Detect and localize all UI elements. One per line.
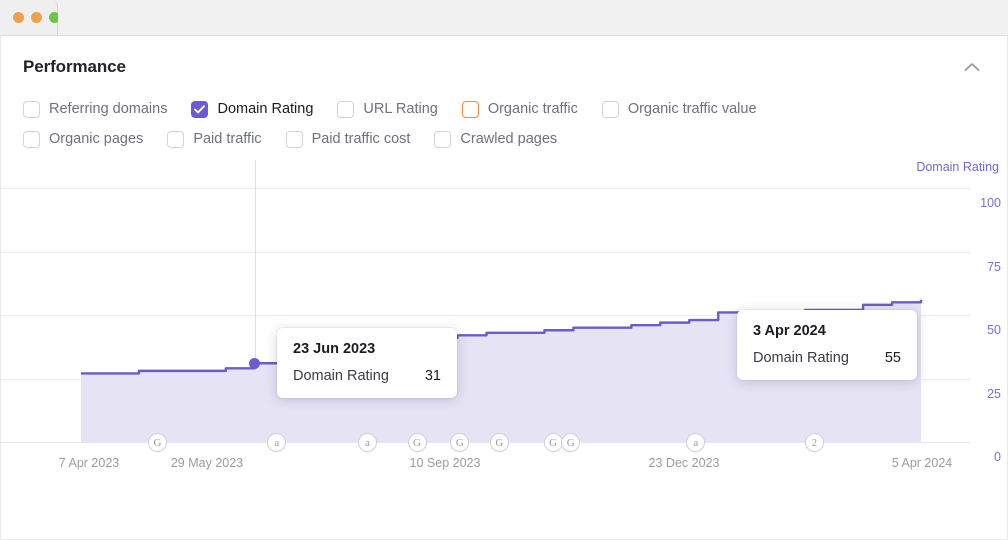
checkbox-box [461, 100, 479, 118]
checkbox-organic-pages[interactable]: Organic pages [23, 130, 144, 148]
ahrefs-update-marker[interactable]: a [357, 433, 377, 452]
tooltip-metric-value: 31 [424, 368, 441, 384]
checkbox-label: Paid traffic cost [311, 131, 411, 147]
checkbox-url-rating[interactable]: URL Rating [337, 100, 438, 118]
window-controls [0, 0, 60, 35]
metric-toggles: Referring domains Domain Rating URL Rati… [1, 84, 1007, 154]
collapse-panel-button[interactable] [959, 54, 985, 80]
checkbox-box [167, 130, 185, 148]
grouped-events-marker[interactable]: 2 [804, 433, 824, 452]
checkbox-crawled-pages[interactable]: Crawled pages [434, 130, 558, 148]
google-update-marker[interactable]: G [543, 433, 563, 452]
checkbox-box [23, 100, 40, 118]
chart-tooltip-1: 23 Jun 2023 Domain Rating 31 [277, 328, 457, 398]
google-update-marker[interactable]: G [489, 433, 509, 452]
panel-header: Performance [1, 36, 1007, 84]
chart-y-tick-label: 0 [994, 450, 1001, 464]
tooltip-metric-row: Domain Rating 55 [753, 350, 901, 366]
checkbox-box [191, 100, 209, 118]
chart-x-tick-label: 7 Apr 2023 [58, 456, 120, 470]
tooltip-metric-label: Domain Rating [293, 368, 389, 384]
checkbox-label: Domain Rating [217, 101, 314, 117]
check-icon [194, 104, 206, 113]
checkbox-paid-traffic[interactable]: Paid traffic [167, 130, 262, 148]
checkbox-box [337, 100, 355, 118]
checkbox-referring-domains[interactable]: Referring domains [23, 100, 168, 118]
checkbox-box [601, 100, 619, 118]
checkbox-organic-traffic[interactable]: Organic traffic [461, 100, 578, 118]
checkbox-label: Crawled pages [460, 131, 558, 147]
page-title: Performance [23, 57, 126, 76]
checkbox-box [23, 130, 40, 148]
close-button[interactable] [13, 11, 24, 23]
checkbox-paid-traffic-cost[interactable]: Paid traffic cost [285, 130, 411, 148]
checkbox-label: Organic traffic value [627, 101, 757, 117]
chart-tooltip-2: 3 Apr 2024 Domain Rating 55 [737, 310, 917, 380]
checkbox-domain-rating[interactable]: Domain Rating [191, 100, 314, 118]
chart-y-tick-label: 75 [987, 259, 1001, 274]
google-update-marker[interactable]: G [147, 433, 167, 452]
checkbox-label: URL Rating [363, 101, 438, 117]
metric-toggle-row-2: Organic pages Paid traffic Paid traffic … [23, 124, 985, 154]
chart-x-tick-label: 5 Apr 2024 [891, 456, 953, 470]
google-update-marker[interactable]: G [407, 433, 427, 452]
checkbox-box [434, 130, 452, 148]
checkbox-organic-traffic-value[interactable]: Organic traffic value [601, 100, 757, 118]
chart-y-tick-label: 25 [987, 386, 1001, 401]
tooltip-date: 3 Apr 2024 [753, 323, 826, 339]
app-window: Performance Referring domains Domain Rat… [0, 0, 1008, 540]
tooltip-date: 23 Jun 2023 [293, 341, 376, 357]
checkbox-label: Organic pages [49, 131, 144, 147]
chart-series-label: Domain Rating [916, 160, 999, 174]
titlebar-empty-area [58, 0, 1008, 35]
window-titlebar [0, 0, 1008, 36]
chevron-up-icon [964, 63, 980, 71]
chart-y-tick-label: 100 [980, 196, 1001, 210]
checkbox-box [285, 130, 303, 148]
tooltip-metric-row: Domain Rating 31 [293, 368, 441, 384]
checkbox-label: Organic traffic [487, 101, 578, 117]
checkbox-label: Referring domains [49, 101, 168, 117]
tooltip-metric-label: Domain Rating [753, 350, 849, 366]
chart-x-axis-line [1, 442, 971, 443]
performance-card: Performance Referring domains Domain Rat… [0, 36, 1008, 540]
chart-x-tick-label: 29 May 2023 [170, 456, 244, 470]
chart-x-tick-label: 23 Dec 2023 [648, 456, 720, 470]
chart-y-tick-label: 50 [987, 323, 1001, 337]
performance-chart: Domain Rating 100 75 50 25 0 GaaGGGGGa2 7 Ap… [1, 160, 1007, 500]
minimize-button[interactable] [31, 11, 42, 23]
checkbox-label: Paid traffic [193, 131, 262, 147]
metric-toggle-row-1: Referring domains Domain Rating URL Rati… [23, 94, 985, 124]
chart-x-tick-label: 10 Sep 2023 [409, 456, 481, 470]
tooltip-metric-value: 55 [884, 350, 901, 366]
chart-hover-point [249, 357, 261, 369]
